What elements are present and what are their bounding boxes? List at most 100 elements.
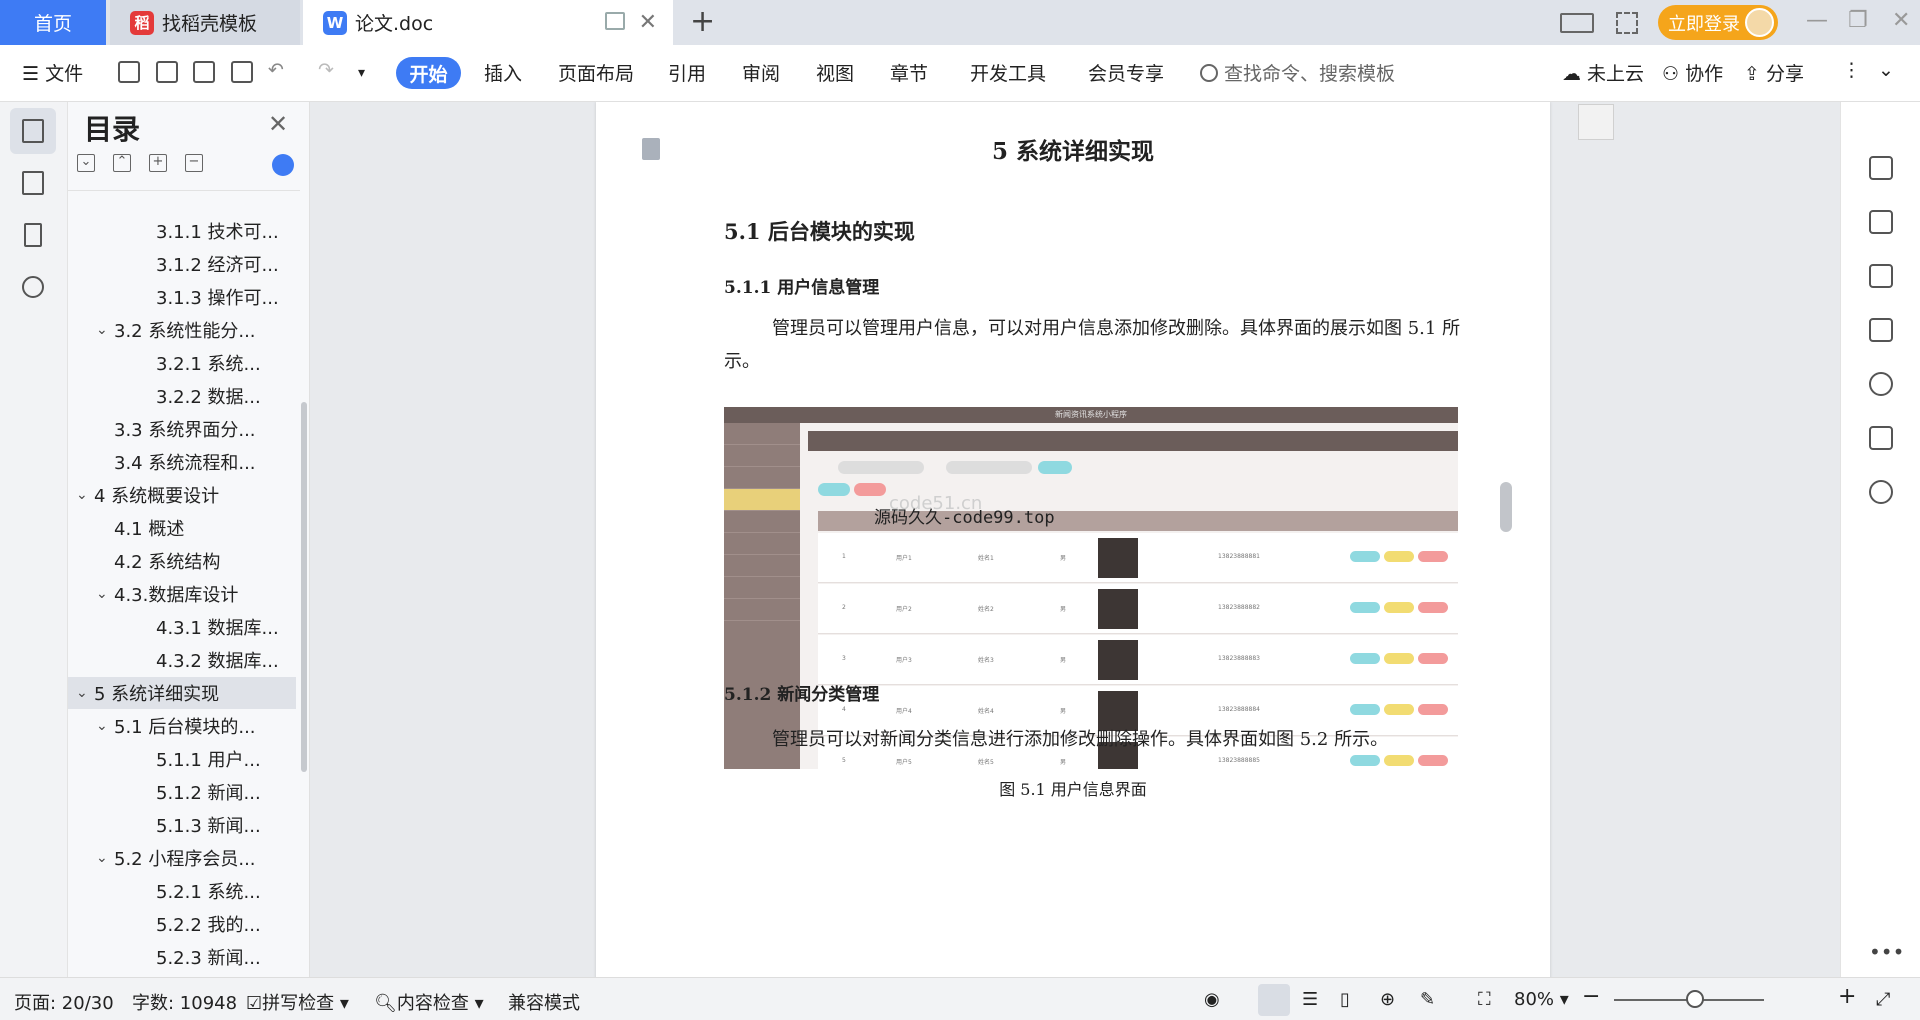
collab-button[interactable]: ⚇ 协作	[1662, 59, 1723, 86]
chevron-down-icon[interactable]: ⌄	[96, 718, 114, 734]
more-icon[interactable]: •••	[1869, 940, 1904, 964]
toc-item[interactable]: 5.1.1 用户...	[68, 743, 296, 775]
new-tab-button[interactable]: +	[690, 4, 715, 39]
tab-document[interactable]: W 论文.doc ✕	[303, 0, 673, 45]
collapse-all-icon[interactable]: ⌃	[113, 154, 131, 172]
toc-item[interactable]: 3.1.1 技术可...	[68, 215, 296, 247]
toc-item[interactable]: 5.1.3 新闻...	[68, 809, 296, 841]
find-button[interactable]	[10, 264, 56, 310]
chevron-down-icon[interactable]: ⌄	[96, 850, 114, 866]
ai-assist-icon[interactable]	[272, 154, 294, 176]
close-icon[interactable]: ✕	[268, 110, 288, 138]
tab-insert[interactable]: 插入	[484, 59, 522, 86]
zoom-in-button[interactable]: +	[1838, 984, 1856, 1009]
page-view-icon[interactable]	[1258, 984, 1290, 1016]
ai-icon[interactable]	[1869, 372, 1893, 396]
spell-check[interactable]: ☑拼写检查 ▾	[246, 989, 349, 1015]
layout-icon[interactable]	[1560, 6, 1594, 39]
fold-panel-button[interactable]	[1578, 104, 1614, 140]
tab-developer[interactable]: 开发工具	[970, 59, 1046, 86]
toc-item[interactable]: 4.3.2 数据库...	[68, 644, 296, 676]
collapse-ribbon-icon[interactable]: ⌄	[1878, 59, 1894, 81]
toc-item[interactable]: 3.2.2 数据...	[68, 380, 296, 412]
tab-home-ribbon[interactable]: 开始	[396, 57, 461, 89]
content-check[interactable]: 🔍︎内容检查 ▾	[374, 989, 484, 1015]
write-view-icon[interactable]: ✎	[1420, 989, 1435, 1010]
tab-template[interactable]: 稻 找稻壳模板	[110, 0, 300, 45]
chevron-down-icon[interactable]: ⌄	[96, 586, 114, 602]
toc-item[interactable]: 5.1.2 新闻...	[68, 776, 296, 808]
toc-item[interactable]: ⌄ 4 系统概要设计	[68, 479, 296, 511]
toc-item[interactable]: ⌄ 4.3.数据库设计	[68, 578, 296, 610]
web-view-icon[interactable]: ⊕	[1380, 989, 1395, 1010]
save-icon[interactable]	[118, 61, 140, 83]
toc-item[interactable]: 3.4 系统流程和...	[68, 446, 296, 478]
remove-heading-icon[interactable]: −	[185, 154, 203, 172]
fullscreen-icon[interactable]: ⤢	[1876, 989, 1890, 1010]
toc-item[interactable]: ⌄ 5.2 小程序会员...	[68, 842, 296, 874]
chapter-nav-button[interactable]	[10, 160, 56, 206]
zoom-level[interactable]: 80% ▾	[1514, 989, 1569, 1010]
edit-icon[interactable]	[1869, 156, 1893, 180]
toc-item[interactable]: 5.2.3 新闻...	[68, 941, 296, 973]
tab-member[interactable]: 会员专享	[1088, 59, 1164, 86]
toc-item[interactable]: 4.2 系统结构	[68, 545, 296, 577]
toc-item[interactable]: ⌄ 5.1 后台模块的...	[68, 710, 296, 742]
document-scrollbar[interactable]	[1500, 482, 1512, 532]
cloud-status[interactable]: ☁ 未上云	[1562, 59, 1644, 86]
close-window-icon[interactable]: ✕	[1892, 8, 1910, 33]
toc-item[interactable]: 3.2.1 系统...	[68, 347, 296, 379]
toc-item[interactable]: 3.1.2 经济可...	[68, 248, 296, 280]
toc-scrollbar[interactable]	[301, 402, 307, 772]
minimize-icon[interactable]: —	[1806, 8, 1828, 33]
tab-chapter[interactable]: 章节	[890, 59, 928, 86]
zoom-slider-handle[interactable]	[1686, 990, 1704, 1008]
tab-view[interactable]: 视图	[816, 59, 854, 86]
word-count[interactable]: 字数: 10948	[132, 989, 237, 1015]
toc-item[interactable]: ⌄ 5 系统详细实现	[68, 677, 296, 709]
toc-item[interactable]: 4.1 概述	[68, 512, 296, 544]
preview-icon[interactable]	[231, 61, 253, 83]
chevron-down-icon[interactable]: ⌄	[96, 322, 114, 338]
toc-item[interactable]: 4.3.1 数据库...	[68, 611, 296, 643]
tab-review[interactable]: 审阅	[742, 59, 780, 86]
select-icon[interactable]	[1869, 210, 1893, 234]
toc-item[interactable]: ⌄ 3.2 系统性能分...	[68, 314, 296, 346]
page-counter[interactable]: 页面: 20/30	[14, 989, 114, 1015]
toc-item[interactable]: 5.2.1 系统...	[68, 875, 296, 907]
window-icon[interactable]	[605, 12, 625, 30]
add-heading-icon[interactable]: +	[149, 154, 167, 172]
read-view-icon[interactable]: ▯	[1340, 989, 1350, 1010]
help-icon[interactable]	[1869, 480, 1893, 504]
adjust-icon[interactable]	[1869, 264, 1893, 288]
quick-access-dropdown-icon[interactable]: ▾	[358, 65, 365, 81]
redo-icon[interactable]: ↷	[318, 59, 334, 81]
apps-grid-icon[interactable]	[1616, 6, 1638, 39]
chevron-down-icon[interactable]: ⌄	[76, 685, 94, 701]
print-icon[interactable]	[193, 61, 215, 83]
expand-all-icon[interactable]: ⌄	[77, 154, 95, 172]
image-icon[interactable]	[1869, 318, 1893, 342]
file-menu[interactable]: ☰ 文件	[22, 59, 83, 86]
more-icon[interactable]: ⋮	[1842, 59, 1861, 81]
zoom-out-button[interactable]: −	[1582, 984, 1600, 1009]
share-button[interactable]: ⇪ 分享	[1744, 59, 1804, 86]
reader-icon[interactable]	[1869, 426, 1893, 450]
chevron-down-icon[interactable]: ⌄	[76, 487, 94, 503]
export-icon[interactable]	[156, 61, 178, 83]
close-icon[interactable]: ✕	[639, 10, 657, 35]
command-search[interactable]: 查找命令、搜索模板	[1200, 59, 1395, 86]
tab-home[interactable]: 首页	[0, 0, 106, 45]
undo-icon[interactable]: ↶	[268, 59, 284, 81]
toc-item[interactable]: 5.2.2 我的...	[68, 908, 296, 940]
toc-item[interactable]: 3.1.3 操作可...	[68, 281, 296, 313]
tab-references[interactable]: 引用	[668, 59, 706, 86]
restore-icon[interactable]: ❐	[1848, 8, 1868, 33]
toc-item[interactable]: 3.3 系统界面分...	[68, 413, 296, 445]
fit-page-icon[interactable]: ⛶	[1478, 989, 1491, 1010]
toc-toggle-button[interactable]	[10, 108, 56, 154]
tab-page-layout[interactable]: 页面布局	[558, 59, 634, 86]
login-button[interactable]: 立即登录	[1658, 5, 1778, 40]
outline-view-icon[interactable]: ☰	[1302, 989, 1318, 1010]
bookmark-button[interactable]	[10, 212, 56, 258]
